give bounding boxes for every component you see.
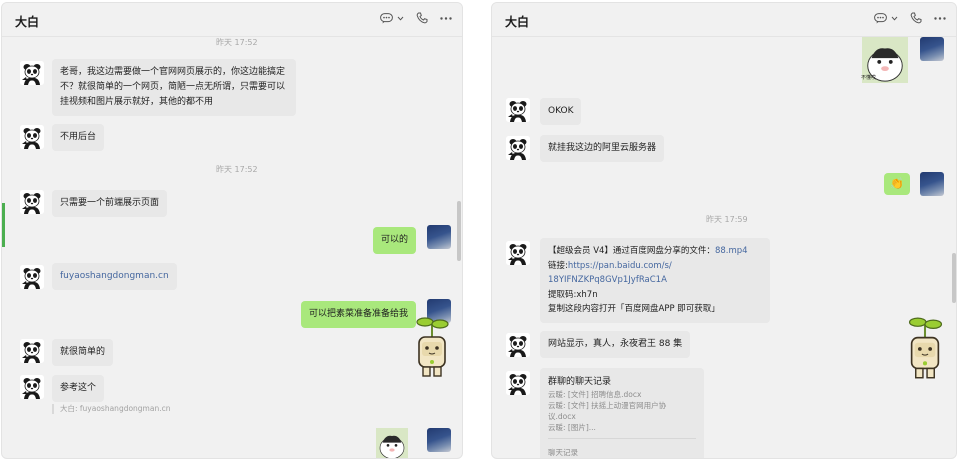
quoted-message[interactable]: 大白: fuyaoshangdongman.cn (52, 404, 170, 414)
avatar[interactable] (20, 125, 44, 149)
record-title: 群聊的聊天记录 (548, 377, 612, 387)
sprout-sticker[interactable] (412, 315, 452, 385)
share-prefix: 【超级会员 V4】通过百度网盘分享的文件： (548, 246, 715, 256)
cat-sticker[interactable]: 不懂哎 (859, 37, 911, 83)
link-message[interactable]: fuyaoshangdongman.cn (52, 263, 177, 290)
scroll-indicator (2, 203, 5, 247)
chat-title: 大白 (505, 15, 530, 29)
record-footer: 聊天记录 (548, 448, 578, 457)
avatar[interactable] (20, 61, 44, 85)
record-line: 议.docx (548, 412, 576, 421)
phone-icon[interactable] (910, 12, 922, 24)
avatar[interactable] (20, 190, 44, 214)
title-bar: 大白 (2, 3, 462, 37)
avatar[interactable] (506, 98, 530, 122)
title-bar-actions (874, 12, 946, 24)
chat-record-card[interactable]: 群聊的聊天记录 云暖: [文件] 招聘信息.docx 云暖: [文件] 扶摇上动… (540, 368, 704, 458)
phone-icon[interactable] (416, 12, 428, 24)
chat-bubble-icon[interactable] (380, 12, 393, 24)
share-instructions: 复制这段内容打开「百度网盘APP 即可获取」 (548, 304, 720, 314)
scrollbar[interactable] (457, 201, 461, 261)
message-bubble[interactable]: 不用后台 (52, 124, 105, 151)
cat-sticker[interactable] (367, 428, 417, 459)
message-bubble[interactable]: 就挂我这边的阿里云服务器 (540, 135, 665, 162)
avatar[interactable] (506, 241, 530, 265)
scrollbar[interactable] (952, 253, 956, 303)
share-code: 提取码:xh7n (548, 289, 598, 300)
message-bubble-self[interactable]: 👏 (884, 173, 910, 195)
timestamp: 昨天 17:52 (216, 165, 258, 174)
share-url[interactable]: https://pan.baidu.com/s/ (568, 261, 672, 271)
message-bubble[interactable]: 参考这个 (52, 375, 105, 402)
timestamp: 昨天 17:52 (216, 38, 258, 47)
share-message[interactable]: 【超级会员 V4】通过百度网盘分享的文件：88.mp4 链接:https://p… (540, 238, 770, 323)
chevron-down-icon[interactable] (891, 16, 898, 21)
link-text[interactable]: fuyaoshangdongman.cn (60, 271, 169, 281)
message-bubble[interactable]: 网站显示，真人，永夜君王 88 集 (540, 331, 691, 358)
avatar-self[interactable] (920, 37, 944, 61)
message-bubble-self[interactable]: 可以把素菜准备准备给我 (301, 301, 417, 328)
record-line: 云暖: [文件] 扶摇上动漫官网用户协 (548, 401, 667, 410)
title-bar: 大白 (492, 3, 956, 37)
avatar-self[interactable] (427, 225, 451, 249)
record-line: 云暖: [图片]... (548, 423, 596, 432)
avatar[interactable] (506, 371, 530, 395)
title-bar-actions (380, 12, 452, 24)
avatar[interactable] (20, 375, 44, 399)
timestamp: 昨天 17:59 (706, 215, 748, 224)
message-bubble-self[interactable]: 可以的 (373, 227, 417, 254)
chat-title: 大白 (15, 15, 40, 29)
chat-bubble-icon[interactable] (874, 12, 887, 24)
message-bubble[interactable]: 只需要一个前端展示页面 (52, 190, 168, 217)
avatar[interactable] (506, 333, 530, 357)
sprout-sticker[interactable] (904, 315, 946, 387)
chat-window-left: 大白 昨天 17:52 老哥，我这边需要做一个官网网页展示的，你这边能搞定不？就… (1, 2, 463, 459)
chevron-down-icon[interactable] (397, 16, 404, 21)
avatar-self[interactable] (427, 428, 451, 452)
sticker-caption: 不懂哎 (861, 75, 877, 81)
more-icon[interactable] (440, 16, 452, 20)
divider (548, 438, 696, 439)
message-bubble[interactable]: 老哥，我这边需要做一个官网网页展示的，你这边能搞定不？就很简单的一个网页，简陋一… (52, 59, 296, 116)
avatar-self[interactable] (920, 172, 944, 196)
share-link-label: 链接: (548, 260, 568, 271)
message-bubble[interactable]: OKOK (540, 98, 582, 125)
more-icon[interactable] (934, 16, 946, 20)
avatar[interactable] (20, 339, 44, 363)
avatar[interactable] (506, 136, 530, 160)
chat-window-right: 大白 不懂哎 OKOK 就挂我这边的阿里云服务器 👏 昨天 17:59 【超级会… (491, 2, 957, 459)
record-line: 云暖: [文件] 招聘信息.docx (548, 390, 642, 399)
message-bubble[interactable]: 就很简单的 (52, 339, 114, 366)
share-file-link[interactable]: 88.mp4 (715, 246, 748, 256)
avatar[interactable] (20, 265, 44, 289)
share-url-cont[interactable]: 18YIFNZKPq8GVp1JyfRaC1A (548, 275, 667, 285)
